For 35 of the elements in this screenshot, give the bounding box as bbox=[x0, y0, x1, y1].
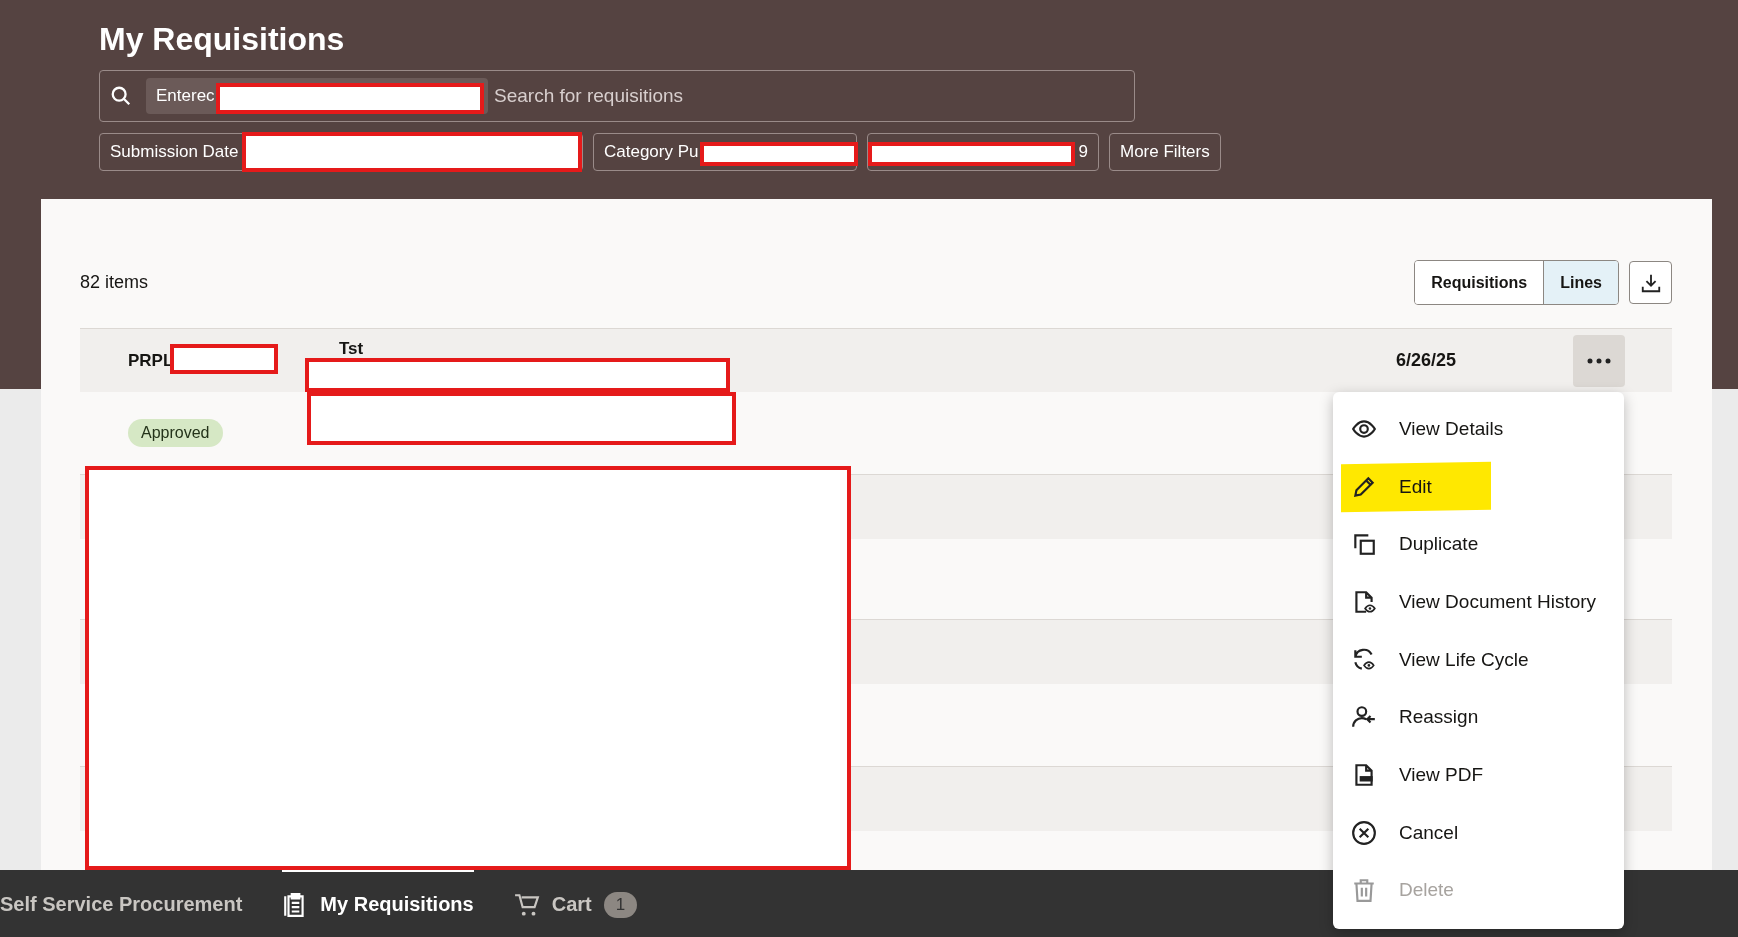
cart-count-badge: 1 bbox=[603, 891, 638, 918]
menu-item[interactable]: View Details bbox=[1333, 400, 1624, 458]
filter-button[interactable]: 9 bbox=[867, 133, 1099, 171]
menu-item[interactable]: View Document History bbox=[1333, 573, 1624, 631]
nav-tab[interactable]: Cart 1 bbox=[513, 870, 638, 937]
filter-button[interactable]: Submission Date bbox=[99, 133, 583, 171]
requisition-date: 6/26/25 bbox=[1396, 350, 1457, 371]
download-button[interactable] bbox=[1629, 261, 1672, 304]
more-filters-button[interactable]: More Filters bbox=[1109, 133, 1221, 171]
nav-tab[interactable]: My Requisitions bbox=[282, 870, 474, 937]
view-tab[interactable]: Requisitions bbox=[1415, 261, 1544, 304]
status-badge: Approved bbox=[128, 419, 223, 447]
item-count: 82 items bbox=[80, 272, 150, 293]
filter-button[interactable]: Category Pu bbox=[593, 133, 857, 171]
copy-icon bbox=[1351, 531, 1377, 558]
menu-item[interactable]: Reassign bbox=[1333, 688, 1624, 747]
cancel-icon bbox=[1351, 819, 1377, 846]
menu-item[interactable]: View Life Cycle bbox=[1333, 630, 1624, 689]
view-tab[interactable]: Lines bbox=[1543, 261, 1618, 304]
requisition-description: Tst bbox=[339, 339, 364, 359]
menu-item[interactable]: Edit bbox=[1333, 457, 1624, 516]
nav-tab[interactable]: Self Service Procurement bbox=[0, 870, 243, 937]
cart-icon bbox=[513, 891, 540, 918]
trash-icon bbox=[1351, 877, 1377, 904]
menu-item[interactable]: Duplicate bbox=[1333, 515, 1624, 574]
search-field[interactable]: Enterec Search for requisitions bbox=[99, 70, 1135, 122]
page-title: My Requisitions bbox=[99, 20, 345, 59]
more-icon bbox=[1587, 358, 1611, 364]
search-icon bbox=[110, 85, 132, 107]
cycle-eye-icon bbox=[1351, 646, 1377, 673]
requisition-number[interactable]: PRPL bbox=[128, 350, 174, 371]
menu-item[interactable]: Cancel bbox=[1333, 803, 1624, 862]
filter-chip[interactable]: Enterec bbox=[146, 78, 488, 114]
search-placeholder: Search for requisitions bbox=[494, 85, 684, 107]
menu-item[interactable]: View PDF bbox=[1333, 746, 1624, 804]
